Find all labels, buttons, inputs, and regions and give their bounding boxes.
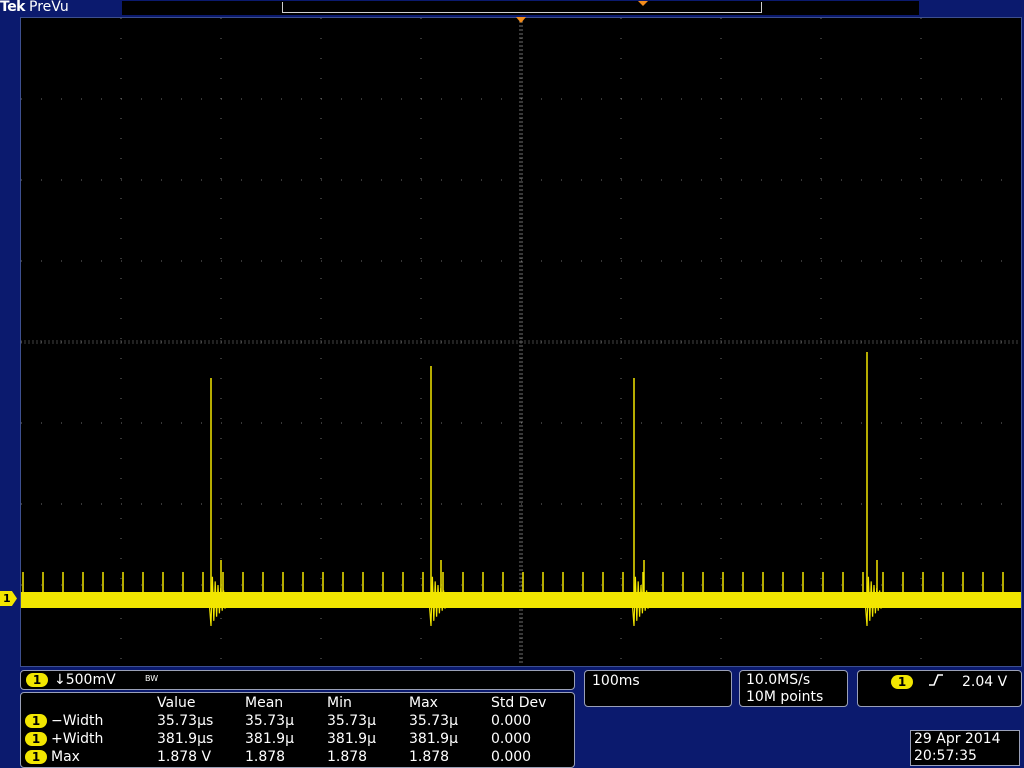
channel-1-marker-label: 1 — [3, 592, 11, 605]
vertical-scale: ↓500mV — [54, 672, 116, 688]
measurement-label: +Width — [51, 731, 104, 747]
channel-badge: 1 — [25, 714, 47, 728]
trigger-position-icon — [638, 1, 648, 6]
measurement-min: 1.878 — [327, 749, 368, 765]
bandwidth-limit-icon: BW — [145, 674, 159, 683]
horizontal-readout[interactable]: 100ms — [584, 670, 732, 707]
record-view-bar[interactable] — [122, 1, 919, 15]
measurement-name: 1 +Width — [25, 730, 157, 748]
rising-edge-icon — [928, 672, 944, 692]
brand: Tek PreVu — [0, 0, 69, 16]
measurement-mean: 381.9μ — [245, 731, 294, 747]
channel-1-badge: 1 — [26, 673, 48, 687]
measurement-row-max[interactable]: 1 Max 1.878 V 1.878 1.878 1.878 0.000 — [25, 748, 546, 766]
measurement-value: 35.73μs — [157, 713, 214, 729]
measurement-std-dev: 0.000 — [491, 749, 532, 765]
trigger-source-badge: 1 — [891, 675, 913, 689]
date-time-readout: 29 Apr 2014 20:57:35 — [910, 730, 1020, 766]
channel-badge: 1 — [25, 750, 47, 764]
header-blank — [25, 694, 157, 712]
header-value: Value — [157, 695, 196, 711]
measurement-max: 1.878 — [409, 749, 450, 765]
waveform-screen[interactable] — [20, 17, 1022, 667]
date: 29 Apr 2014 — [914, 731, 1001, 747]
trigger-level: 2.04 V — [962, 674, 1008, 690]
channel-1-readout[interactable]: 1 ↓500mV BW — [20, 670, 575, 690]
channel-badge: 1 — [25, 732, 47, 746]
measurement-min: 381.9μ — [327, 731, 376, 747]
measurement-table[interactable]: Value Mean Min Max Std Dev 1 −Width 35.73… — [20, 692, 575, 768]
waveform-graticule — [21, 18, 1021, 666]
timebase-value: 100ms — [592, 673, 640, 689]
header-min: Min — [327, 695, 352, 711]
measurement-min: 35.73μ — [327, 713, 376, 729]
record-window-bracket[interactable] — [282, 2, 762, 13]
measurement-label: −Width — [51, 713, 104, 729]
measurement-value: 1.878 V — [157, 749, 212, 765]
measurement-std-dev: 0.000 — [491, 731, 532, 747]
measurement-max: 381.9μ — [409, 731, 458, 747]
measurement-label: Max — [51, 749, 80, 765]
trigger-time-marker-icon — [516, 17, 526, 23]
trigger-readout[interactable]: 1 2.04 V — [857, 670, 1022, 707]
brand-logo: Tek — [0, 0, 26, 15]
channel-1-ground-marker[interactable]: 1 — [0, 591, 17, 606]
header-std-dev: Std Dev — [491, 695, 547, 711]
record-length: 10M points — [746, 689, 824, 705]
time: 20:57:35 — [914, 748, 977, 764]
top-bar: Tek PreVu — [0, 0, 1024, 17]
measurement-name: 1 −Width — [25, 712, 157, 730]
measurement-header-row: Value Mean Min Max Std Dev — [25, 694, 546, 712]
sample-rate: 10.0MS/s — [746, 672, 811, 688]
measurement-row-pos-width[interactable]: 1 +Width 381.9μs 381.9μ 381.9μ 381.9μ 0.0… — [25, 730, 546, 748]
header-max: Max — [409, 695, 438, 711]
measurement-row-neg-width[interactable]: 1 −Width 35.73μs 35.73μ 35.73μ 35.73μ 0.0… — [25, 712, 546, 730]
acquisition-mode: PreVu — [29, 0, 69, 15]
acquisition-readout[interactable]: 10.0MS/s 10M points — [739, 670, 848, 707]
measurement-std-dev: 0.000 — [491, 713, 532, 729]
measurement-mean: 1.878 — [245, 749, 286, 765]
measurement-name: 1 Max — [25, 748, 157, 766]
measurement-mean: 35.73μ — [245, 713, 294, 729]
measurement-value: 381.9μs — [157, 731, 214, 747]
header-mean: Mean — [245, 695, 284, 711]
measurement-max: 35.73μ — [409, 713, 458, 729]
